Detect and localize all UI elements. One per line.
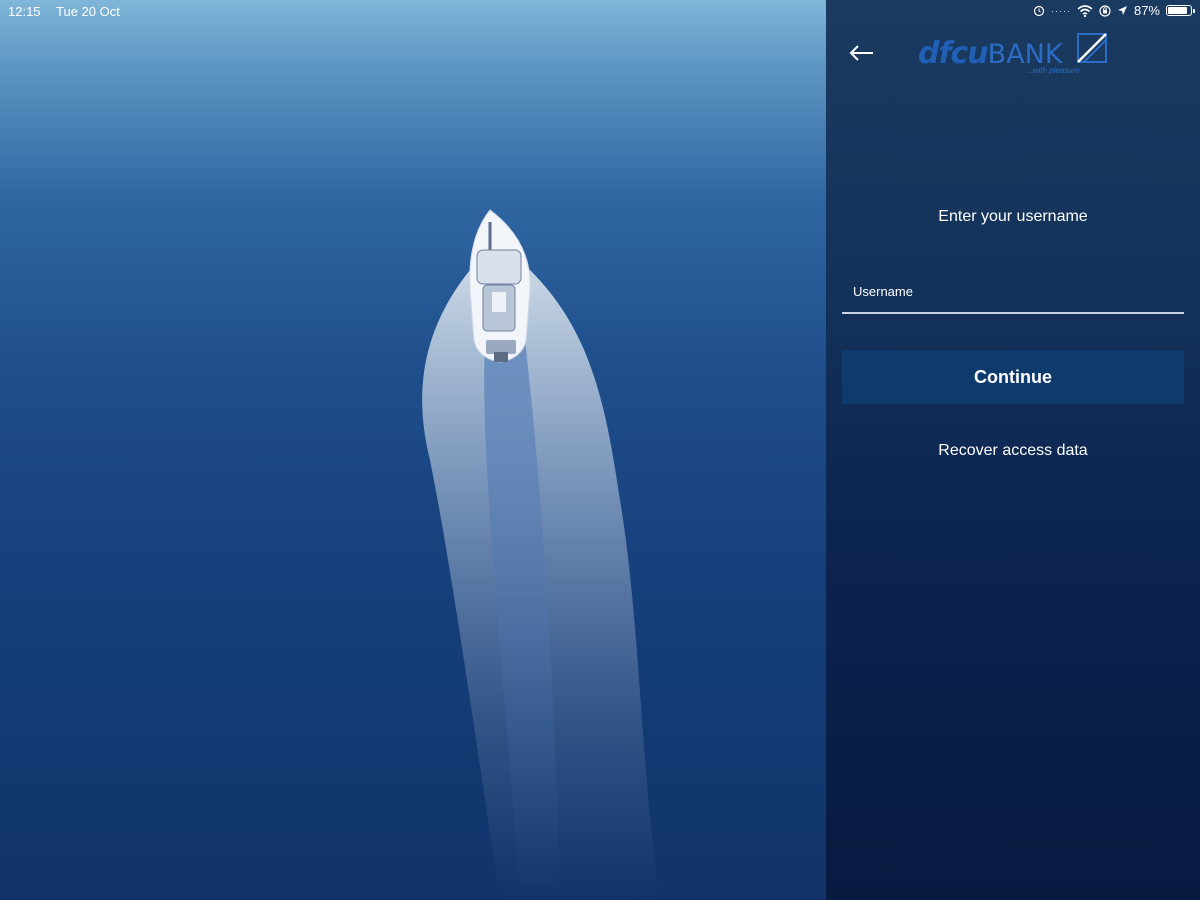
- battery-fill: [1168, 7, 1188, 14]
- continue-button[interactable]: Continue: [842, 350, 1184, 404]
- screen-lock-icon: [1033, 5, 1045, 17]
- hero-image-boat: [0, 0, 826, 900]
- username-input[interactable]: [842, 278, 1184, 314]
- logo-tagline: ...with pleasure: [1026, 66, 1080, 75]
- status-time: 12:15: [8, 4, 41, 19]
- location-icon: [1117, 5, 1128, 16]
- battery-icon: [1166, 5, 1195, 16]
- username-prompt: Enter your username: [938, 208, 1088, 225]
- dfcu-bank-logo: dfcuBANK ...with pleasure: [918, 30, 1110, 76]
- battery-percent: 87%: [1133, 3, 1160, 18]
- logo-mark-icon: [1077, 33, 1107, 63]
- wifi-icon: [1077, 4, 1093, 17]
- status-bar: 12:15 Tue 20 Oct ····· 87%: [0, 0, 1200, 24]
- logo-dfcu: dfcu: [918, 36, 989, 71]
- signal-dots-icon: ·····: [1050, 5, 1071, 16]
- back-button[interactable]: [846, 38, 876, 68]
- arrow-left-icon: [849, 45, 873, 61]
- status-date: Tue 20 Oct: [56, 4, 120, 19]
- rotation-lock-icon: [1099, 4, 1111, 17]
- boat-wake-illustration: [422, 209, 660, 900]
- status-indicators: ····· 87%: [1033, 3, 1195, 18]
- login-screen: 12:15 Tue 20 Oct ····· 87% dfcuBANK ...w…: [0, 0, 1200, 900]
- recover-access-link[interactable]: Recover access data: [826, 442, 1200, 460]
